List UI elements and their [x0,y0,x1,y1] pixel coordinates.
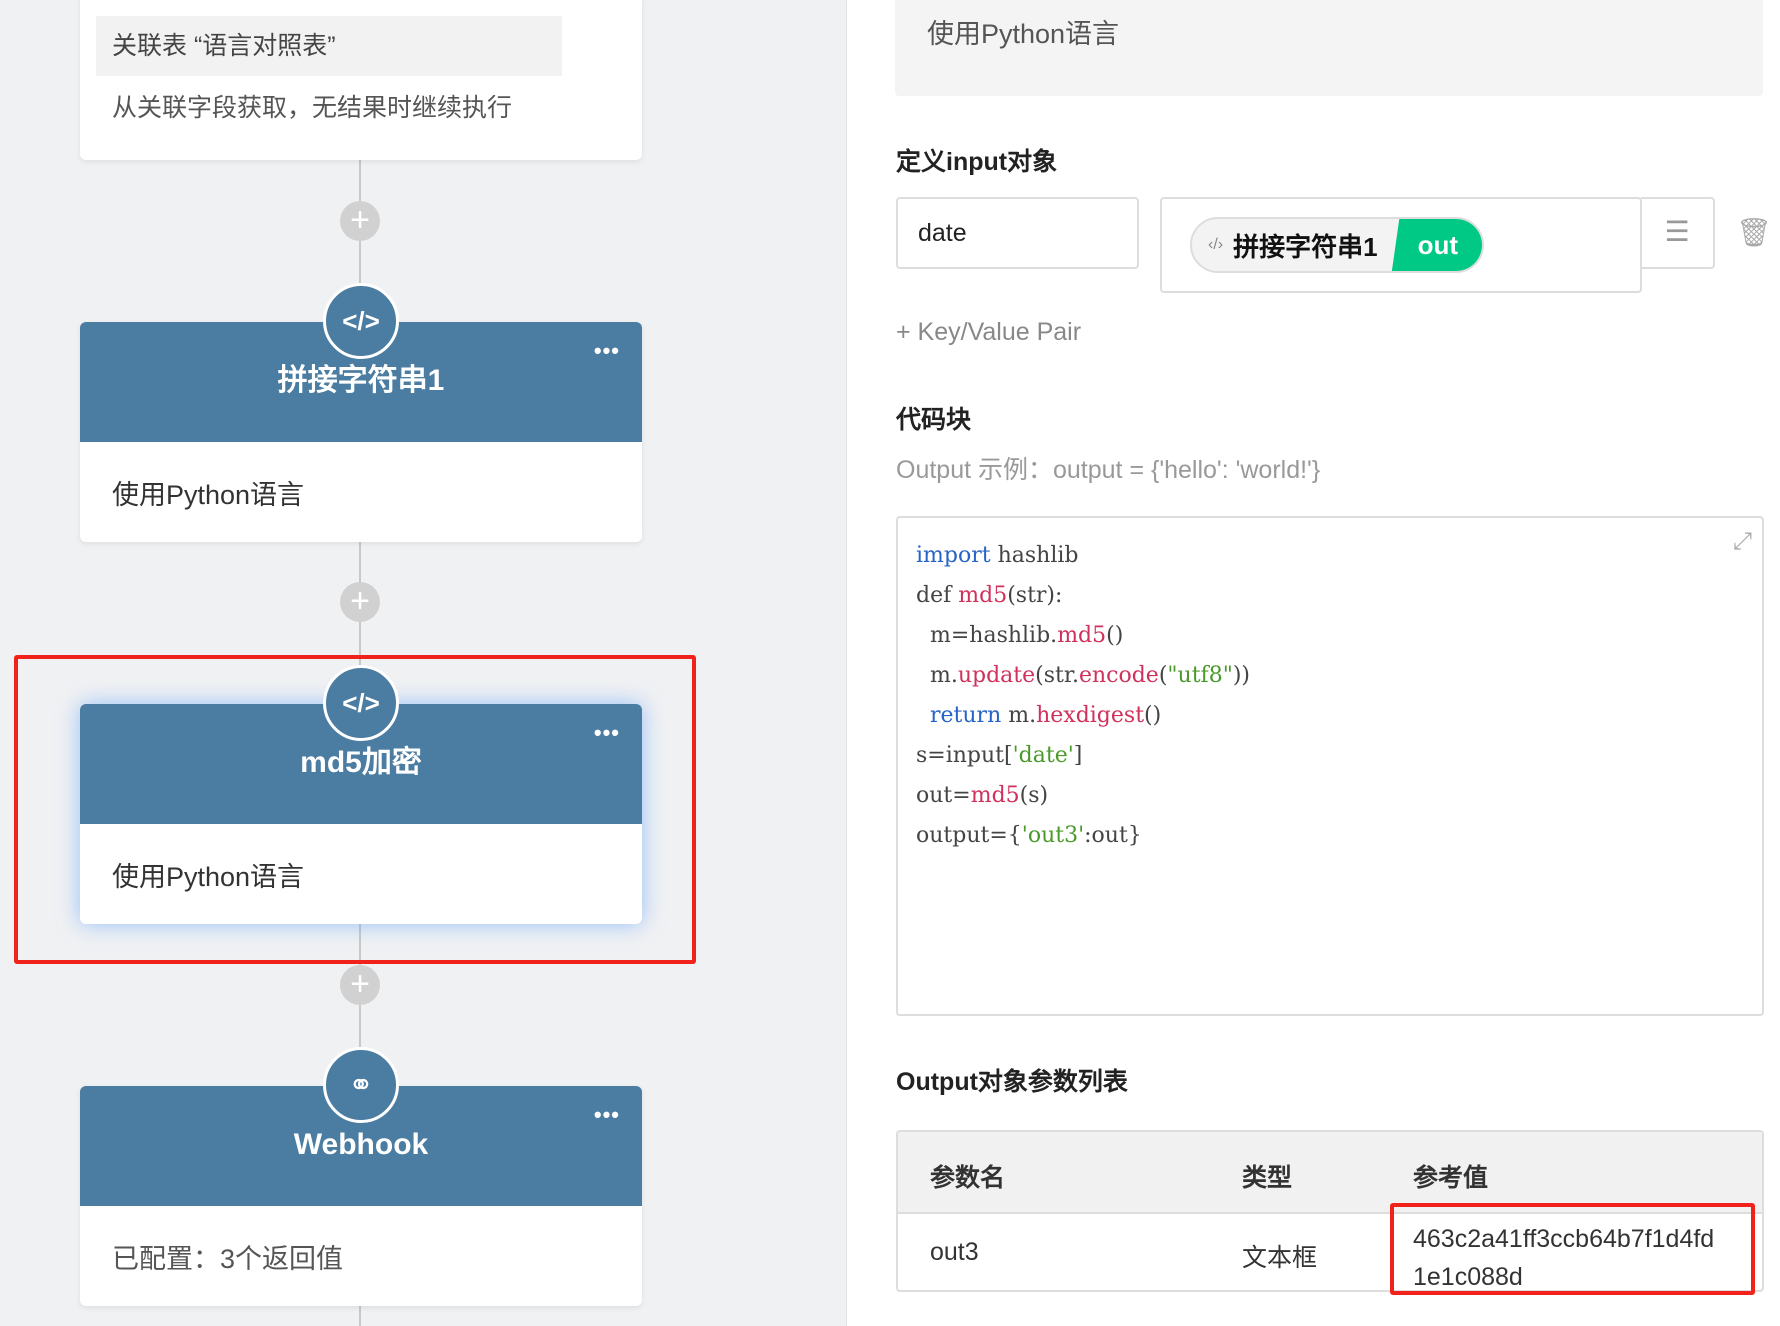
param-type: 文本框 [1242,1244,1318,1272]
col-name: 参数名 [930,1164,1006,1192]
code-icon: </> [323,283,399,359]
relation-label: 关联表 “语言对照表” [96,16,562,76]
add-node-button[interactable]: + [340,201,380,241]
more-menu-button[interactable]: ••• [594,722,620,744]
input-key-field[interactable]: date [896,197,1139,269]
variable-tag[interactable]: ‹/› 拼接字符串1 out [1190,217,1484,273]
code-heading: 代码块 [896,406,972,434]
col-value: 参考值 [1413,1164,1489,1192]
expand-icon[interactable]: ⤢ [1733,528,1752,556]
input-value-field[interactable]: ‹/› 拼接字符串1 out [1160,197,1642,293]
node-title: md5加密 [300,746,422,779]
param-name: out3 [930,1238,979,1266]
node-desc: 已配置：3个返回值 [112,1243,344,1274]
workflow-canvas[interactable]: 关联表 “语言对照表” 从关联字段获取，无结果时继续执行 + + + </> 拼… [0,0,847,1326]
add-node-button[interactable]: + [340,965,380,1005]
input-heading: 定义input对象 [896,148,1058,176]
add-node-button[interactable]: + [340,582,380,622]
node-title: Webhook [293,1128,429,1161]
add-key-value-pair-button[interactable]: + Key/Value Pair [896,318,1081,347]
webhook-icon: ⚭ [323,1047,399,1123]
node-config-panel: 使用Python语言 定义input对象 date ‹/› 拼接字符串1 out… [848,0,1780,1326]
node-desc: 使用Python语言 [112,479,305,510]
relation-card[interactable]: 关联表 “语言对照表” 从关联字段获取，无结果时继续执行 [80,0,642,160]
code-icon: ‹/› [1208,236,1224,253]
table-header: 参数名 类型 参考值 [898,1132,1762,1214]
tag-field-name: out [1391,219,1482,271]
more-menu-button[interactable]: ••• [594,340,620,362]
code-icon: </> [323,665,399,741]
more-menu-button[interactable]: ••• [594,1104,620,1126]
code-editor[interactable]: ⤢ import hashlib def md5(str): m=hashlib… [896,516,1764,1016]
highlight-box [1390,1203,1755,1295]
output-heading: Output对象参数列表 [896,1068,1128,1096]
col-type: 类型 [1242,1164,1293,1192]
node-desc: 使用Python语言 [112,861,305,892]
trash-icon[interactable]: 🗑 [1736,216,1772,249]
code-hint: Output 示例：output = {'hello': 'world!'} [896,456,1321,484]
insert-variable-icon[interactable]: ☰ [1641,197,1715,269]
description-field[interactable]: 使用Python语言 [895,0,1763,96]
relation-desc: 从关联字段获取，无结果时继续执行 [112,94,513,122]
tag-node-name: 拼接字符串1 [1233,231,1378,262]
node-title: 拼接字符串1 [277,364,445,397]
